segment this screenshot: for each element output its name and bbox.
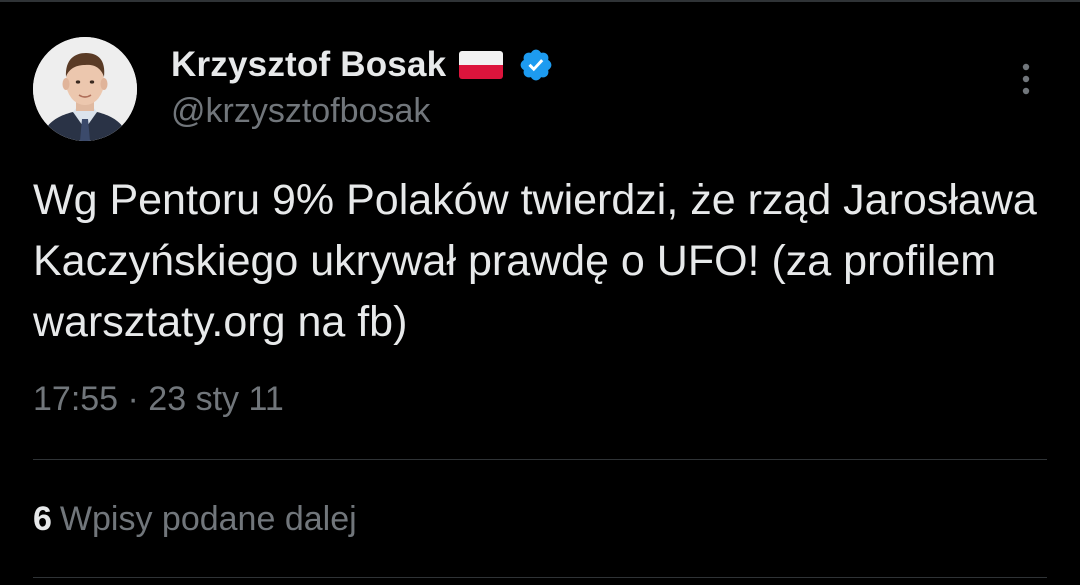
avatar[interactable] [33,37,137,141]
tweet-text: Wg Pentoru 9% Polaków twierdzi, że rząd … [33,176,1037,346]
more-vertical-icon [1022,63,1030,95]
divider [33,459,1047,460]
top-divider [0,0,1080,2]
more-options-button[interactable] [1008,58,1044,100]
tweet-timestamp[interactable]: 17:55 · 23 sty 11 [33,380,284,419]
retweet-label: Wpisy podane dalej [59,500,357,538]
author-name-row: Krzysztof Bosak [171,42,554,88]
retweets-stat[interactable]: 6 Wpisy podane dalej [33,500,357,539]
bottom-divider [33,577,1047,578]
verified-badge-icon[interactable] [518,47,554,83]
avatar-image [33,37,137,141]
retweet-count: 6 [33,500,52,538]
poland-flag-icon [458,49,504,81]
author-display-name[interactable]: Krzysztof Bosak [171,45,446,85]
author-handle[interactable]: @krzysztofbosak [171,92,430,131]
